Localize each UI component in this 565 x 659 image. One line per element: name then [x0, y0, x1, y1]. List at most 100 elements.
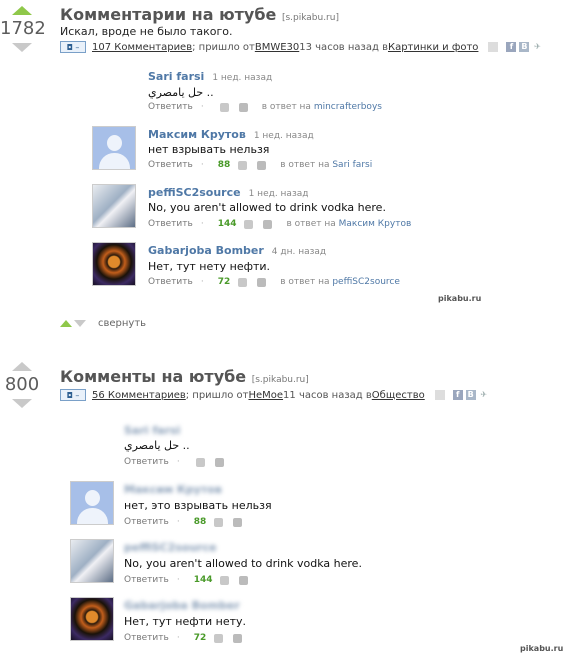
- comments-link[interactable]: 107 Комментариев: [92, 42, 192, 53]
- facebook-icon[interactable]: f: [452, 390, 463, 400]
- collapse-up-icon: [60, 320, 72, 327]
- avatar[interactable]: [92, 242, 136, 286]
- comment-author[interactable]: Gabarjoba Bomber: [124, 599, 240, 612]
- facebook-icon[interactable]: f: [506, 42, 517, 52]
- thumbs-down-icon[interactable]: [238, 102, 248, 112]
- comment-author[interactable]: Максим Крутов: [124, 483, 222, 496]
- comment-time: 1 нед. назад: [212, 73, 273, 83]
- avatar[interactable]: [92, 184, 136, 228]
- vote-count: 88: [193, 517, 207, 527]
- thumbs-down-icon[interactable]: [257, 160, 267, 170]
- bookmark-icon[interactable]: [434, 390, 445, 400]
- post-score: 800: [4, 374, 40, 395]
- thumbs-down-icon[interactable]: [214, 457, 224, 467]
- separator: ·: [200, 160, 204, 170]
- reply-button[interactable]: Ответить: [124, 575, 169, 585]
- downvote-icon[interactable]: [12, 43, 32, 52]
- comment-actions: Ответить · 144 в ответ на Максим Крутов: [148, 219, 411, 229]
- reply-button[interactable]: Ответить: [124, 517, 169, 527]
- vote-block: 1782: [0, 6, 46, 52]
- time-label: 13 часов назад в: [299, 41, 388, 53]
- came-from-label: ; пришло от: [185, 389, 249, 401]
- twitter-icon[interactable]: ✈: [479, 390, 489, 400]
- comment-actions: Ответить · 88 в ответ на Sari farsi: [148, 160, 372, 170]
- thumbs-down-icon[interactable]: [257, 277, 267, 287]
- thumbs-up-icon[interactable]: [244, 219, 254, 229]
- reply-to-link[interactable]: Sari farsi: [332, 160, 372, 170]
- reply-button[interactable]: Ответить: [148, 219, 193, 229]
- comment-text: нет, это взрывать нельзя: [124, 499, 272, 512]
- vote-count: 72: [217, 277, 231, 287]
- post-description: Искал, вроде не было такого.: [60, 25, 233, 38]
- post-title-text[interactable]: Комментарии на ютубе: [60, 5, 276, 24]
- post-source[interactable]: [s.pikabu.ru]: [252, 375, 309, 385]
- thumbs-up-icon[interactable]: [238, 277, 248, 287]
- post-source[interactable]: [s.pikabu.ru]: [282, 13, 339, 23]
- comment-author[interactable]: peffiSC2source: [124, 541, 217, 554]
- post-title[interactable]: Комментарии на ютубе [s.pikabu.ru]: [60, 5, 339, 24]
- avatar[interactable]: [70, 597, 114, 641]
- bookmark-icon[interactable]: [488, 42, 499, 52]
- author-link[interactable]: BMWE30: [255, 42, 299, 53]
- post-title-text[interactable]: Комменты на ютубе: [60, 367, 246, 386]
- collapse-button[interactable]: свернуть: [60, 318, 146, 329]
- comment-author[interactable]: Sari farsi: [124, 424, 180, 437]
- post-score: 1782: [0, 18, 46, 39]
- comment-actions: Ответить · 88: [124, 517, 243, 527]
- reply-to-link[interactable]: peffiSC2source: [332, 277, 400, 287]
- post-title[interactable]: Комменты на ютубе [s.pikabu.ru]: [60, 367, 309, 386]
- reply-button[interactable]: Ответить: [148, 102, 193, 112]
- post-meta: ◘ – 56 Комментариев ; пришло от НеМое 11…: [60, 389, 489, 401]
- vk-icon[interactable]: B: [465, 390, 476, 400]
- in-reply-to: в ответ на Sari farsi: [280, 160, 373, 170]
- twitter-icon[interactable]: ✈: [532, 42, 542, 52]
- reply-to-link[interactable]: mincrafterboys: [314, 102, 382, 112]
- thumbs-up-icon[interactable]: [195, 457, 205, 467]
- comment-text: حل يامصري ..: [124, 439, 190, 452]
- category-link[interactable]: Картинки и фото: [388, 42, 478, 53]
- collapse-label[interactable]: свернуть: [98, 318, 146, 329]
- upvote-icon[interactable]: [12, 362, 32, 371]
- thumbs-up-icon[interactable]: [214, 633, 224, 643]
- save-icon[interactable]: ◘ –: [60, 41, 86, 53]
- thumbs-down-icon[interactable]: [233, 633, 243, 643]
- reply-to-link[interactable]: Максим Крутов: [339, 219, 412, 229]
- comments-link[interactable]: 56 Комментариев: [92, 390, 186, 401]
- comment-text: Нет, тут нефти нету.: [124, 615, 247, 628]
- vote-count: 144: [217, 219, 237, 229]
- author-link[interactable]: НеМое: [248, 390, 283, 401]
- post-1: 1782 Комментарии на ютубе [s.pikabu.ru] …: [0, 0, 565, 340]
- downvote-icon[interactable]: [12, 399, 32, 408]
- reply-button[interactable]: Ответить: [148, 277, 193, 287]
- vote-count: 144: [193, 575, 213, 585]
- thumbs-down-icon[interactable]: [239, 575, 249, 585]
- save-icon[interactable]: ◘ –: [60, 389, 86, 401]
- thumbs-up-icon[interactable]: [214, 517, 224, 527]
- avatar[interactable]: [70, 539, 114, 583]
- thumbs-up-icon[interactable]: [219, 102, 229, 112]
- upvote-icon[interactable]: [12, 6, 32, 15]
- category-link[interactable]: Общество: [372, 390, 425, 401]
- reply-button[interactable]: Ответить: [148, 160, 193, 170]
- time-label: 11 часов назад в: [283, 389, 372, 401]
- comment-author[interactable]: peffiSC2source 1 нед. назад: [148, 186, 308, 199]
- vk-icon[interactable]: B: [519, 42, 530, 52]
- comment-text: нет взрывать нельзя: [148, 143, 270, 156]
- thumbs-down-icon[interactable]: [263, 219, 273, 229]
- comment-actions: Ответить ·: [124, 457, 224, 467]
- thumbs-down-icon[interactable]: [233, 517, 243, 527]
- avatar[interactable]: [70, 481, 114, 525]
- post-meta: ◘ – 107 Комментариев ; пришло от BMWE30 …: [60, 41, 542, 53]
- thumbs-up-icon[interactable]: [220, 575, 230, 585]
- reply-button[interactable]: Ответить: [124, 633, 169, 643]
- vote-count: 88: [217, 160, 231, 170]
- avatar[interactable]: [92, 126, 136, 170]
- comment-author[interactable]: Sari farsi 1 нед. назад: [148, 70, 272, 83]
- comment-author[interactable]: Максим Крутов 1 нед. назад: [148, 128, 314, 141]
- reply-button[interactable]: Ответить: [124, 457, 169, 467]
- thumbs-up-icon[interactable]: [238, 160, 248, 170]
- comment-author[interactable]: Gabarjoba Bomber 4 дн. назад: [148, 244, 326, 257]
- comment-time: 1 нед. назад: [253, 131, 314, 141]
- came-from-label: ; пришло от: [192, 41, 255, 53]
- in-reply-to: в ответ на peffiSC2source: [280, 277, 400, 287]
